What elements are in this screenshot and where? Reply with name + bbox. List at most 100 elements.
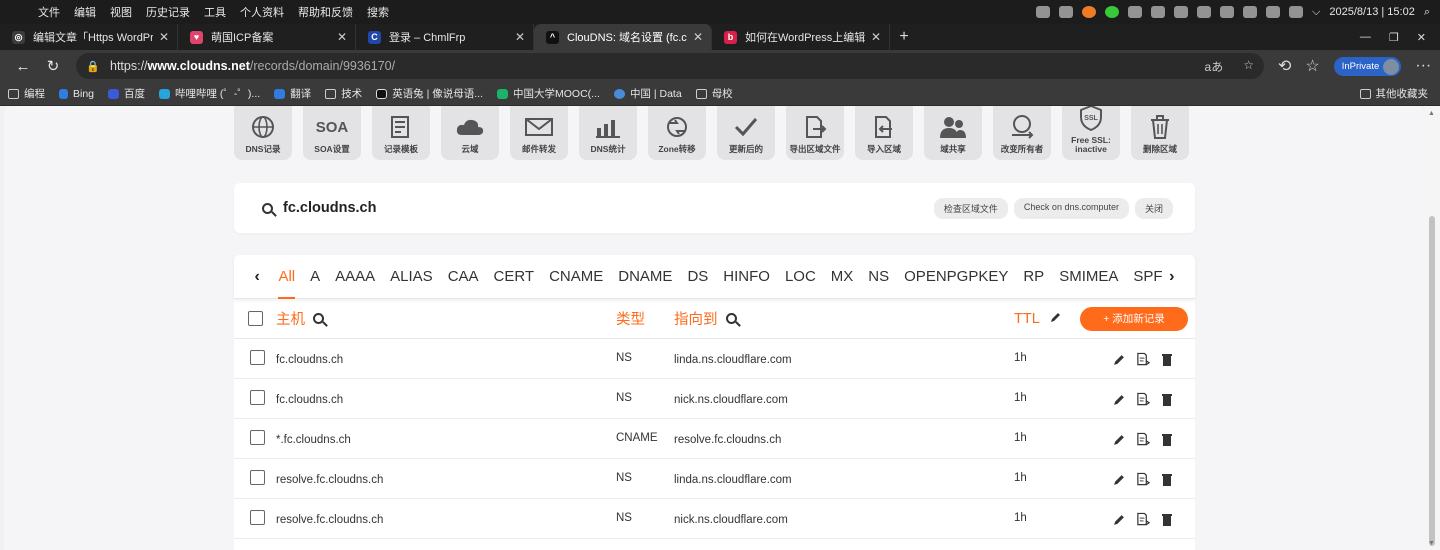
close-icon[interactable]: ✕ [871,30,881,44]
refresh-icon[interactable]: ↻ [38,57,68,75]
delete-trash-icon[interactable] [1160,472,1174,486]
read-aloud-icon[interactable]: aあ [1205,58,1224,75]
scroll-up-icon[interactable]: ▲ [1428,110,1435,117]
wifi-icon[interactable] [1266,6,1281,18]
menu-history[interactable]: 历史记录 [146,4,190,20]
tool-export-zone[interactable]: 导出区域文件 [786,106,844,160]
ttl-column-header[interactable]: TTL [1014,311,1040,327]
minimize-icon[interactable]: — [1360,31,1371,43]
row-checkbox[interactable] [250,390,265,405]
scrollbar-thumb[interactable] [1429,216,1435,546]
bookmark-folder[interactable]: 技术 [325,86,362,101]
copy-record-icon[interactable] [1136,392,1150,406]
type-tab-loc[interactable]: LOC [785,255,816,299]
bell-icon[interactable] [1036,6,1051,18]
edit-pencil-icon[interactable] [1112,352,1126,366]
url-field[interactable]: 🔒 https://www.cloudns.net/records/domain… [76,53,1264,79]
row-checkbox[interactable] [250,470,265,485]
type-tab-cname[interactable]: CNAME [549,255,603,299]
spotlight-search-icon[interactable]: ⌕ [1424,6,1430,19]
type-tab-openpgpkey[interactable]: OPENPGPKEY [904,255,1008,299]
tab-wordpress-edit[interactable]: ◎ 编辑文章「Https WordPress」 ✕ [0,24,178,50]
menu-search[interactable]: 搜索 [367,4,389,20]
type-tab-all[interactable]: All [278,255,295,299]
tool-import-zone[interactable]: 导入区域 [855,106,913,160]
type-tab-cert[interactable]: CERT [494,255,535,299]
tool-change-owner[interactable]: 改变所有者 [993,106,1051,160]
brightness-icon[interactable] [1243,6,1258,18]
type-tab-ns[interactable]: NS [868,255,889,299]
favorites-icon[interactable]: ☆ [1305,56,1319,76]
favorite-star-icon[interactable]: ☆ [1243,58,1254,75]
delete-trash-icon[interactable] [1160,512,1174,526]
menu-view[interactable]: 视图 [110,4,132,20]
command-icon[interactable] [1151,6,1166,18]
chevron-left-icon[interactable]: ‹ [248,268,266,286]
type-tab-aaaa[interactable]: AAAA [335,255,375,299]
inprivate-badge[interactable]: InPrivate [1333,56,1402,76]
tool-soa[interactable]: SOA SOA设置 [303,106,361,160]
edit-pencil-icon[interactable] [1112,472,1126,486]
type-tab-smimea[interactable]: SMIMEA [1059,255,1118,299]
bookmark-mooc[interactable]: 中国大学MOOC(... [497,86,600,101]
battery-icon[interactable] [1197,6,1212,18]
select-all-checkbox[interactable] [248,311,263,326]
clipboard-icon[interactable] [1128,6,1143,18]
tab-chmlfrp[interactable]: C 登录 – ChmlFrp ✕ [356,24,534,50]
delete-trash-icon[interactable] [1160,352,1174,366]
tool-domain-share[interactable]: 域共享 [924,106,982,160]
chevron-right-icon[interactable]: › [1163,268,1181,286]
close-button[interactable]: 关闭 [1134,197,1173,219]
type-column-header[interactable]: 类型 [616,308,645,329]
type-tab-alias[interactable]: ALIAS [390,255,433,299]
tool-mail-forward[interactable]: 邮件转发 [510,106,568,160]
scroll-down-icon[interactable]: ▼ [1428,540,1435,547]
close-icon[interactable]: ✕ [159,30,169,44]
bookmark-folder[interactable]: 编程 [8,86,45,101]
copy-record-icon[interactable] [1136,472,1150,486]
search-icon[interactable] [313,313,324,324]
bookmark-other-folder[interactable]: 其他收藏夹 [1359,86,1428,101]
tool-delete-zone[interactable]: 删除区域 [1131,106,1189,160]
cat-app-icon[interactable] [1082,6,1097,18]
copy-record-icon[interactable] [1136,352,1150,366]
type-tab-rp[interactable]: RP [1023,255,1044,299]
more-menu-icon[interactable]: ··· [1415,57,1431,75]
menu-tools[interactable]: 工具 [204,4,226,20]
tab-icp[interactable]: ♥ 萌国ICP备案 ✕ [178,24,356,50]
add-record-button[interactable]: + 添加新记录 [1080,307,1188,331]
type-tab-dname[interactable]: DNAME [618,255,672,299]
menu-file[interactable]: 文件 [38,4,60,20]
close-icon[interactable]: ✕ [515,30,525,44]
row-checkbox[interactable] [250,510,265,525]
edit-pencil-icon[interactable] [1112,392,1126,406]
edit-pencil-icon[interactable] [1112,432,1126,446]
check-zone-file-button[interactable]: 检查区域文件 [933,197,1008,219]
delete-trash-icon[interactable] [1160,392,1174,406]
search-icon[interactable] [262,202,273,214]
bookmark-translate[interactable]: 翻译 [274,86,311,101]
pencil-icon[interactable] [1050,311,1062,327]
volume-icon[interactable] [1289,6,1304,18]
cloud-icon[interactable] [1174,6,1189,18]
restore-icon[interactable]: ❐ [1389,31,1399,44]
chevron-down-icon[interactable]: ⌵ [1312,6,1320,19]
row-checkbox[interactable] [250,350,265,365]
edit-pencil-icon[interactable] [1112,512,1126,526]
host-column-header[interactable]: 主机 [276,308,305,329]
menu-edit[interactable]: 编辑 [74,4,96,20]
clock-datetime[interactable]: 2025/8/13 | 15:02 [1329,6,1414,18]
type-tab-mx[interactable]: MX [831,255,854,299]
type-tab-spf[interactable]: SPF [1133,255,1162,299]
points-to-column-header[interactable]: 指向到 [674,308,718,329]
menu-help[interactable]: 帮助和反馈 [298,4,353,20]
lock-icon[interactable]: 🔒 [86,60,100,73]
type-tab-ds[interactable]: DS [687,255,708,299]
menu-profile[interactable]: 个人资料 [240,4,284,20]
bluetooth-icon[interactable] [1220,6,1235,18]
tool-free-ssl[interactable]: SSL Free SSL: inactive [1062,106,1120,160]
copy-record-icon[interactable] [1136,512,1150,526]
back-icon[interactable]: ← [8,58,38,75]
check-dns-computer-button[interactable]: Check on dns.computer [1013,197,1129,219]
wechat-icon[interactable] [1105,6,1120,18]
